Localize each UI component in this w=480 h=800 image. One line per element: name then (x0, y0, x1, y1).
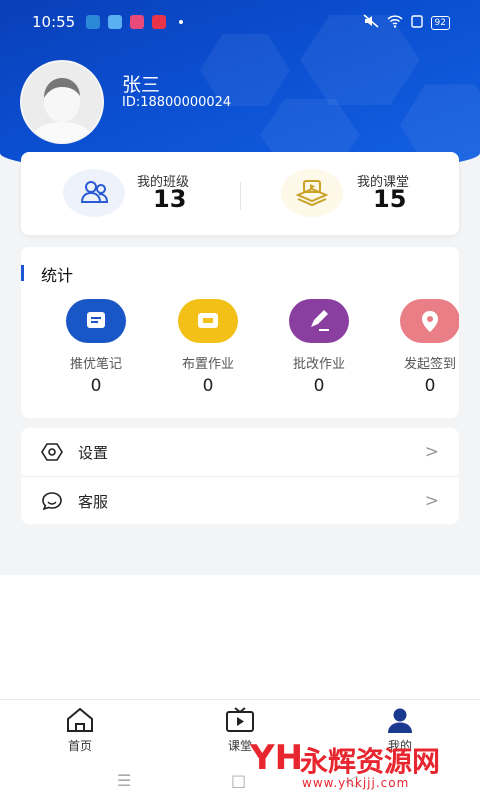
app-notification-icon (86, 15, 100, 29)
wifi-icon (387, 13, 403, 32)
app-notification-icon (108, 15, 122, 29)
classes-icon (63, 169, 125, 217)
menu-item-label: 设置 (78, 444, 109, 462)
app-notification-icon (130, 15, 144, 29)
stats-card: 统计 推优笔记 0 布置作业 0 批改作业 0 发起签到 0 (21, 247, 459, 418)
menu-item-settings[interactable]: 设置 > (21, 428, 459, 476)
stats-title: 统计 (41, 266, 74, 285)
battery-icon: 92 (430, 15, 450, 30)
chevron-right-icon: > (424, 491, 439, 511)
section-accent-bar (21, 265, 24, 281)
stat-item-check-in[interactable]: 发起签到 0 (385, 299, 459, 396)
status-time: 10:55 (32, 13, 76, 31)
menu-item-label: 客服 (78, 493, 109, 511)
summary-card: 我的班级 13 我的课堂 15 (21, 152, 459, 235)
watermark: YH 永辉资源网 www.yhkjjj.com (250, 738, 480, 796)
stat-value: 0 (202, 376, 214, 396)
home-nav-icon[interactable]: □ (231, 771, 246, 790)
stat-item-notes[interactable]: 推优笔记 0 (51, 299, 141, 396)
mute-icon (363, 13, 379, 32)
status-bar: 10:55 92 (0, 0, 480, 44)
user-name: 张三 (122, 74, 161, 96)
user-icon (384, 706, 416, 734)
watermark-logo-icon: YH (250, 738, 304, 778)
check-in-icon (400, 299, 459, 343)
notes-icon (66, 299, 126, 343)
stat-label: 布置作业 (181, 357, 234, 372)
watermark-name: 永辉资源网 (300, 745, 441, 778)
user-id: ID:18800000024 (122, 95, 232, 110)
tv-play-icon (224, 706, 256, 734)
watermark-url: www.yhkjjj.com (302, 776, 410, 790)
settings-icon (41, 442, 63, 462)
stat-label: 推优笔记 (69, 357, 122, 372)
chat-bubble-icon (41, 491, 63, 511)
courses-icon (281, 169, 343, 217)
menu-card: 设置 > 客服 > (21, 428, 459, 524)
default-avatar-icon (22, 62, 102, 142)
stat-label: 批改作业 (292, 357, 345, 372)
chevron-right-icon: > (424, 442, 439, 462)
stat-value: 0 (424, 376, 436, 396)
stat-value: 0 (313, 376, 325, 396)
stat-value: 0 (90, 376, 102, 396)
home-icon (64, 706, 96, 734)
stat-item-grade-homework[interactable]: 批改作业 0 (274, 299, 364, 396)
stat-item-assign-homework[interactable]: 布置作业 0 (163, 299, 253, 396)
avatar[interactable] (20, 60, 104, 144)
sim-icon (410, 13, 423, 32)
my-classes-count: 13 (153, 185, 187, 213)
app-notification-icon (152, 15, 166, 29)
my-courses-count: 15 (373, 185, 407, 213)
my-classes-item[interactable]: 我的班级 13 (21, 152, 240, 235)
grade-homework-icon (289, 299, 349, 343)
my-courses-item[interactable]: 我的课堂 15 (241, 152, 459, 235)
assign-homework-icon (178, 299, 238, 343)
more-notifications-icon (179, 20, 183, 24)
menu-item-customer-service[interactable]: 客服 > (21, 477, 459, 525)
tab-home[interactable]: 首页 (30, 700, 130, 764)
menu-nav-icon[interactable]: ☰ (117, 771, 131, 790)
tab-label: 首页 (67, 739, 92, 753)
stat-label: 发起签到 (403, 357, 456, 372)
